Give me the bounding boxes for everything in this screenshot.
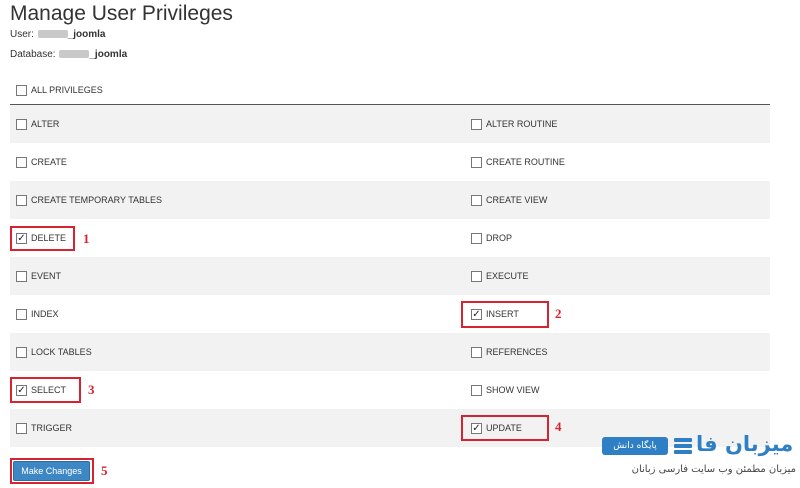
annotation-number: 4 xyxy=(555,419,562,434)
database-suffix: _joomla xyxy=(89,49,128,60)
privilege-item-alter: ALTER xyxy=(10,105,465,143)
trigger-checkbox[interactable] xyxy=(16,422,27,434)
privileges-grid: ALTER ALTER ROUTINE CREATE CREATE ROUTINE CR… xyxy=(10,105,770,447)
privilege-row: DELETE DROP xyxy=(10,219,770,257)
masked-username xyxy=(37,30,68,39)
privilege-item-execute: EXECUTE xyxy=(465,257,770,295)
privilege-row: LOCK TABLES REFERENCES xyxy=(10,333,770,371)
database-info: Database: _joomla xyxy=(10,49,127,60)
database-label: Database: xyxy=(10,49,56,60)
create-view-checkbox[interactable] xyxy=(471,194,482,206)
privilege-row: EVENT EXECUTE xyxy=(10,257,770,295)
create-checkbox[interactable] xyxy=(16,156,27,168)
privilege-item-delete: DELETE xyxy=(10,219,465,257)
all-privileges-label: ALL PRIVILEGES xyxy=(31,85,103,95)
annotation-number: 2 xyxy=(555,306,562,321)
drop-checkbox[interactable] xyxy=(471,232,482,244)
highlight-box-insert xyxy=(461,301,549,328)
watermark-badge: پایگاه دانش xyxy=(602,437,668,455)
privilege-label: REFERENCES xyxy=(486,347,548,357)
privilege-label: CREATE xyxy=(31,157,67,167)
privilege-row: CREATE TEMPORARY TABLES CREATE VIEW xyxy=(10,181,770,219)
make-changes-button[interactable]: Make Changes xyxy=(13,461,90,481)
index-checkbox[interactable] xyxy=(16,308,27,320)
user-info: User: _joomla xyxy=(10,29,105,40)
highlight-box-update xyxy=(461,415,549,441)
privilege-label: ALTER ROUTINE xyxy=(486,119,558,129)
masked-database-name xyxy=(59,50,90,59)
privilege-item-trigger: TRIGGER xyxy=(10,409,465,447)
annotation-number: 1 xyxy=(83,231,90,246)
user-label: User: xyxy=(10,29,34,40)
alter-routine-checkbox[interactable] xyxy=(471,118,482,130)
privilege-item-create-view: CREATE VIEW xyxy=(465,181,770,219)
all-privileges-row: ALL PRIVILEGES xyxy=(10,76,770,105)
watermark-logo: پایگاه دانش میزبان فا میزبان مطمئن وب سا… xyxy=(602,432,798,484)
privilege-label: CREATE VIEW xyxy=(486,195,548,205)
watermark-brand: میزبان فا xyxy=(696,432,794,456)
privilege-item-index: INDEX xyxy=(10,295,465,333)
highlight-box-delete xyxy=(10,226,75,251)
privilege-item-show-view: SHOW VIEW xyxy=(465,371,770,409)
event-checkbox[interactable] xyxy=(16,270,27,282)
page-title: Manage User Privileges xyxy=(10,2,233,25)
privilege-label: INDEX xyxy=(31,309,59,319)
create-routine-checkbox[interactable] xyxy=(471,156,482,168)
references-checkbox[interactable] xyxy=(471,346,482,358)
privilege-item-create: CREATE xyxy=(10,143,465,181)
privilege-label: CREATE ROUTINE xyxy=(486,157,565,167)
server-icon xyxy=(674,438,692,454)
privilege-item-create-temporary-tables: CREATE TEMPORARY TABLES xyxy=(10,181,465,219)
annotation-number: 5 xyxy=(101,463,108,478)
privilege-label: SHOW VIEW xyxy=(486,385,540,395)
privilege-item-alter-routine: ALTER ROUTINE xyxy=(465,105,770,143)
all-privileges-checkbox[interactable] xyxy=(16,84,27,96)
privilege-label: CREATE TEMPORARY TABLES xyxy=(31,195,163,205)
privilege-row: INDEXINSERT xyxy=(10,295,770,333)
privilege-label: LOCK TABLES xyxy=(31,347,92,357)
privilege-item-lock-tables: LOCK TABLES xyxy=(10,333,465,371)
privilege-item-event: EVENT xyxy=(10,257,465,295)
alter-checkbox[interactable] xyxy=(16,118,27,130)
privilege-label: EVENT xyxy=(31,271,62,281)
privilege-item-create-routine: CREATE ROUTINE xyxy=(465,143,770,181)
create-temporary-tables-checkbox[interactable] xyxy=(16,194,27,206)
privilege-row: CREATE CREATE ROUTINE xyxy=(10,143,770,181)
highlight-box-select xyxy=(10,377,81,403)
privilege-label: EXECUTE xyxy=(486,271,529,281)
privilege-item-drop: DROP xyxy=(465,219,770,257)
privilege-row: SELECTSHOW VIEW xyxy=(10,371,770,409)
annotation-number: 3 xyxy=(88,382,95,397)
privilege-label: ALTER xyxy=(31,119,60,129)
privilege-label: TRIGGER xyxy=(31,423,73,433)
user-suffix: _joomla xyxy=(67,29,106,40)
privilege-row: ALTER ALTER ROUTINE xyxy=(10,105,770,143)
show-view-checkbox[interactable] xyxy=(471,384,482,396)
lock-tables-checkbox[interactable] xyxy=(16,346,27,358)
watermark-tagline: میزبان مطمئن وب سایت فارسی زبانان xyxy=(631,464,796,475)
privilege-item-references: REFERENCES xyxy=(465,333,770,371)
execute-checkbox[interactable] xyxy=(471,270,482,282)
privilege-label: DROP xyxy=(486,233,513,243)
